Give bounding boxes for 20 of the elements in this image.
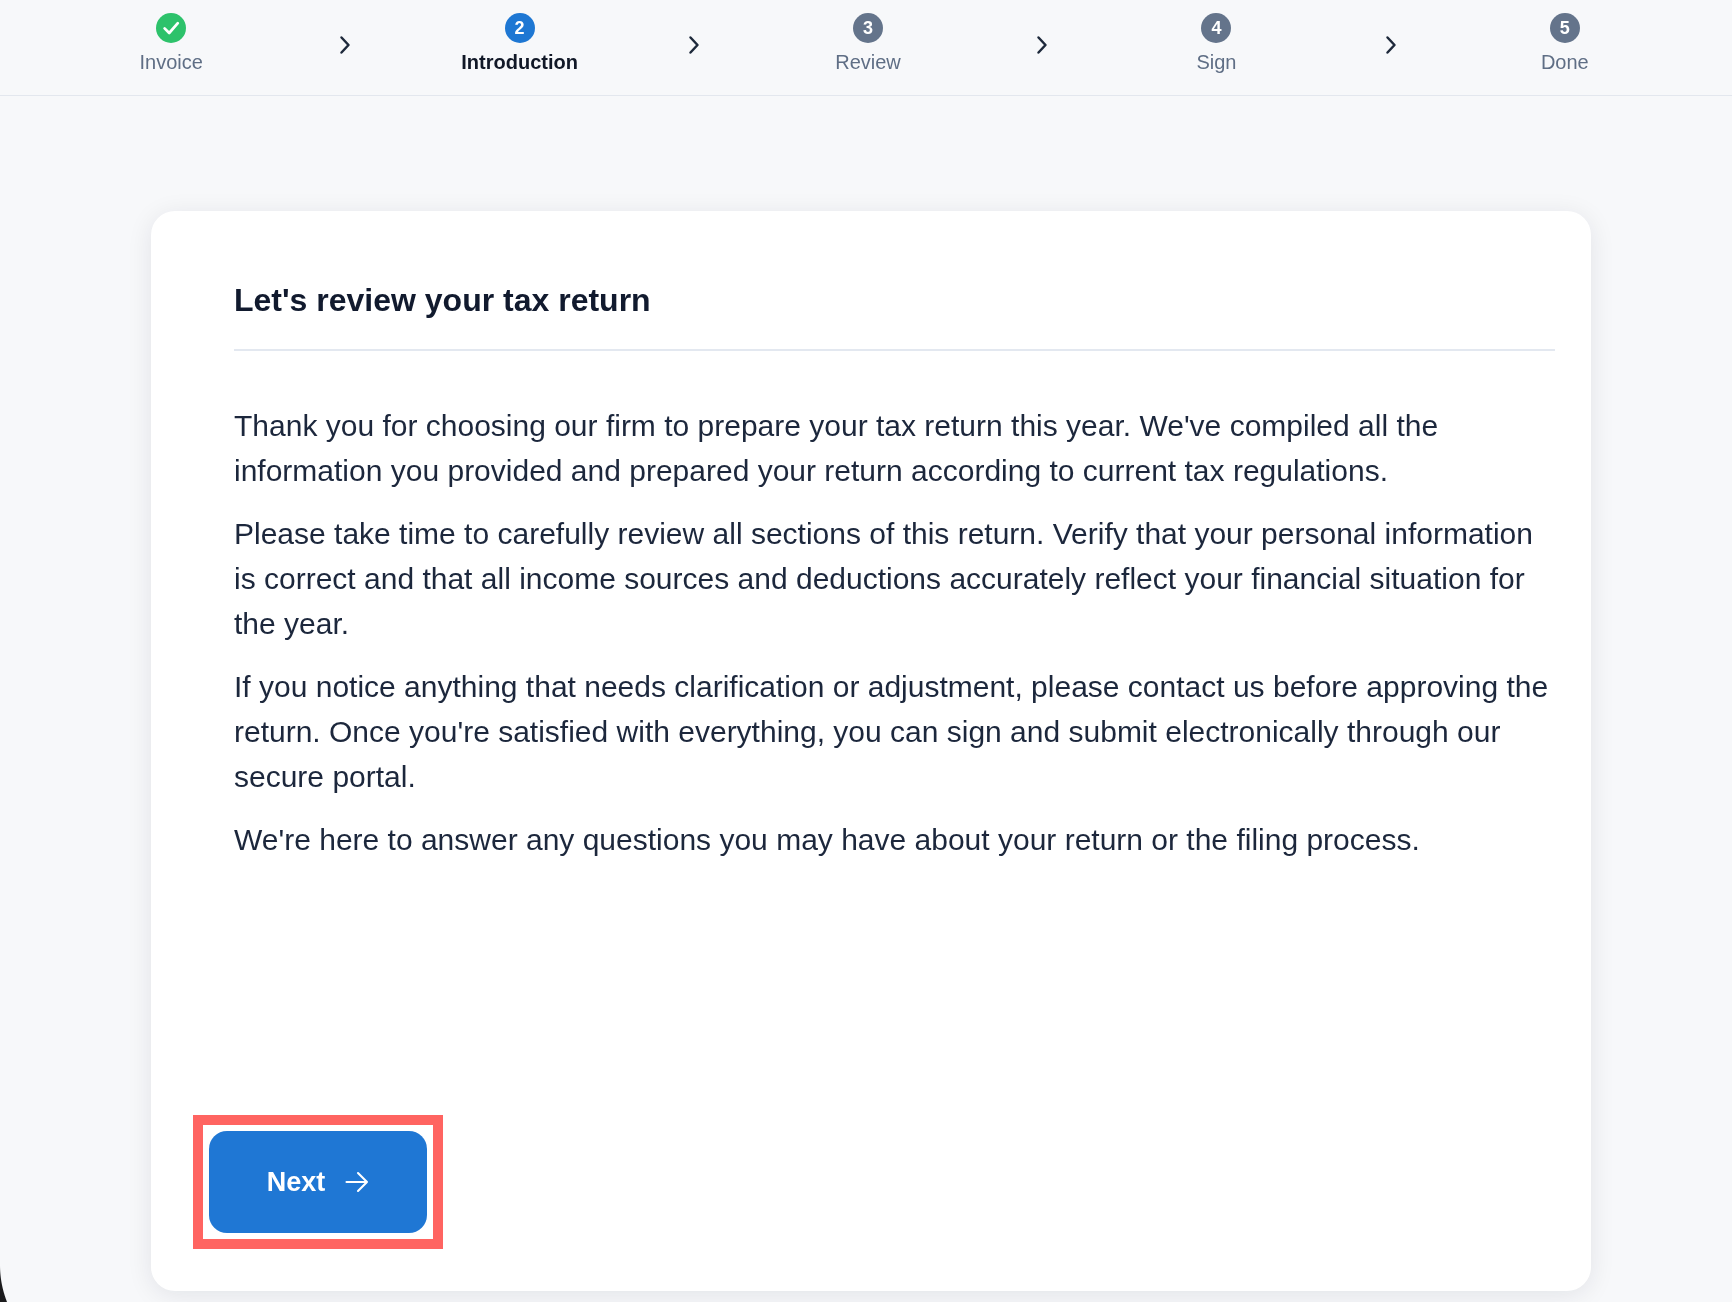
chevron-right-icon [1384, 35, 1397, 55]
step-label: Sign [1196, 50, 1237, 74]
step-label: Invoice [139, 50, 203, 74]
chevron-right-icon [339, 35, 352, 55]
step-number: 2 [504, 13, 535, 43]
step-number: 3 [853, 13, 883, 43]
step-label: Introduction [461, 50, 578, 74]
step-label: Done [1540, 50, 1589, 74]
arrow-right-icon [345, 1171, 370, 1193]
body-paragraph: Please take time to carefully review all sections of this return. Verify that your personal information is correct and that all income sources and deductions accurately reflect your financial situation for the year. [234, 516, 1534, 642]
body-paragraph: If you notice anything that needs clarification or adjustment, please contact us before approving the return. Once you're satisfied with everything, you can sign and submit electronically through our secure portal. [234, 669, 1550, 795]
chevron-right-icon [687, 35, 700, 55]
step-label: Review [835, 50, 901, 74]
body-paragraph: We're here to answer any questions you may have about your return or the filing process. [234, 822, 1421, 858]
step-number: 5 [1549, 13, 1580, 43]
step-number: 4 [1201, 13, 1232, 43]
next-button[interactable]: Next [209, 1131, 427, 1233]
card-title: Let's review your tax return [234, 281, 652, 320]
chevron-right-icon [1036, 35, 1049, 55]
body-paragraph: Thank you for choosing our firm to prepare your tax return this year. We've compiled all the information you provided and prepared your return according to current tax regulations. [234, 408, 1440, 489]
